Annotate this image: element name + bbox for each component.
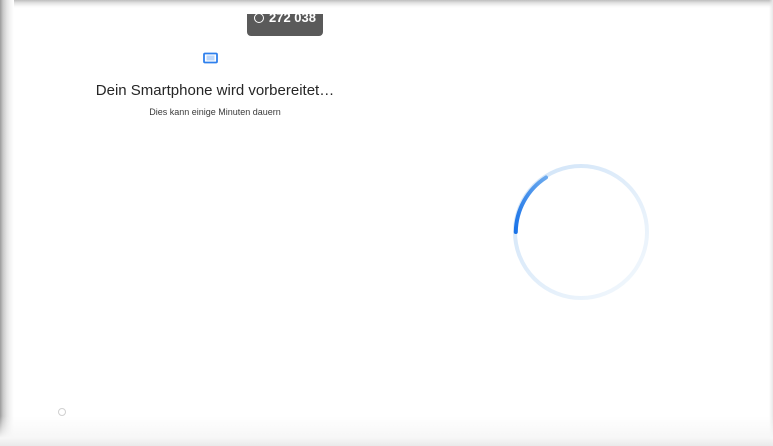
phone-landscape-icon: [203, 52, 218, 64]
setup-subtitle: Dies kann einige Minuten dauern: [149, 107, 281, 117]
circle-icon: [254, 14, 264, 23]
frame-bottom-edge: [0, 416, 773, 446]
setup-screen: 272 038 Dein Smartphone wird vorbereitet…: [0, 0, 773, 446]
frame-left-edge: [0, 0, 14, 446]
loading-spinner-icon: [513, 164, 649, 300]
setup-title: Dein Smartphone wird vorbereitet…: [95, 82, 335, 99]
frame-top-edge: [0, 0, 773, 8]
frame-right-edge: [769, 0, 773, 446]
number-badge: 272 038: [247, 14, 323, 36]
status-dot-icon: [58, 408, 66, 416]
number-badge-label: 272 038: [269, 14, 316, 25]
